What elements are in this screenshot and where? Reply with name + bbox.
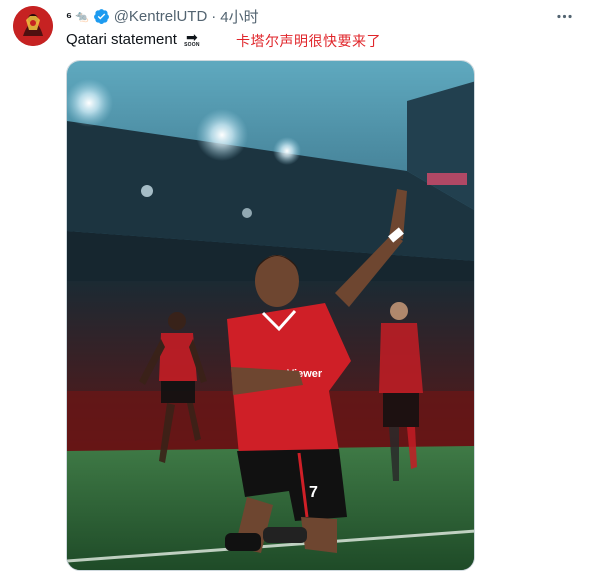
tweet-header: ⁶ 🐀 @KentrelUTD · 4小时 <box>66 6 259 26</box>
tweet-card[interactable]: ⁶ 🐀 @KentrelUTD · 4小时 Qatari statement ➡… <box>0 0 590 575</box>
tweet-text: Qatari statement ➡ SOON <box>66 30 203 50</box>
annotation-caption: 卡塔尔声明很快要来了 <box>236 34 381 50</box>
more-horizontal-icon <box>556 14 572 18</box>
timestamp[interactable]: 4小时 <box>220 6 258 27</box>
tweet-photo[interactable]: TeamViewer 7 <box>66 60 475 571</box>
rat-emoji-icon: 🐀 <box>75 10 89 23</box>
user-handle[interactable]: @KentrelUTD <box>114 8 208 25</box>
soon-label: SOON <box>184 42 200 48</box>
shirt-number-text: 7 <box>309 484 318 501</box>
display-name[interactable]: ⁶ <box>66 9 72 24</box>
separator-dot: · <box>211 7 217 25</box>
avatar[interactable] <box>13 6 53 46</box>
soon-arrow-emoji-icon: ➡ SOON <box>184 29 200 48</box>
more-options-button[interactable] <box>554 6 574 26</box>
tweet-text-content: Qatari statement <box>66 31 177 48</box>
verified-badge-icon <box>93 8 110 25</box>
